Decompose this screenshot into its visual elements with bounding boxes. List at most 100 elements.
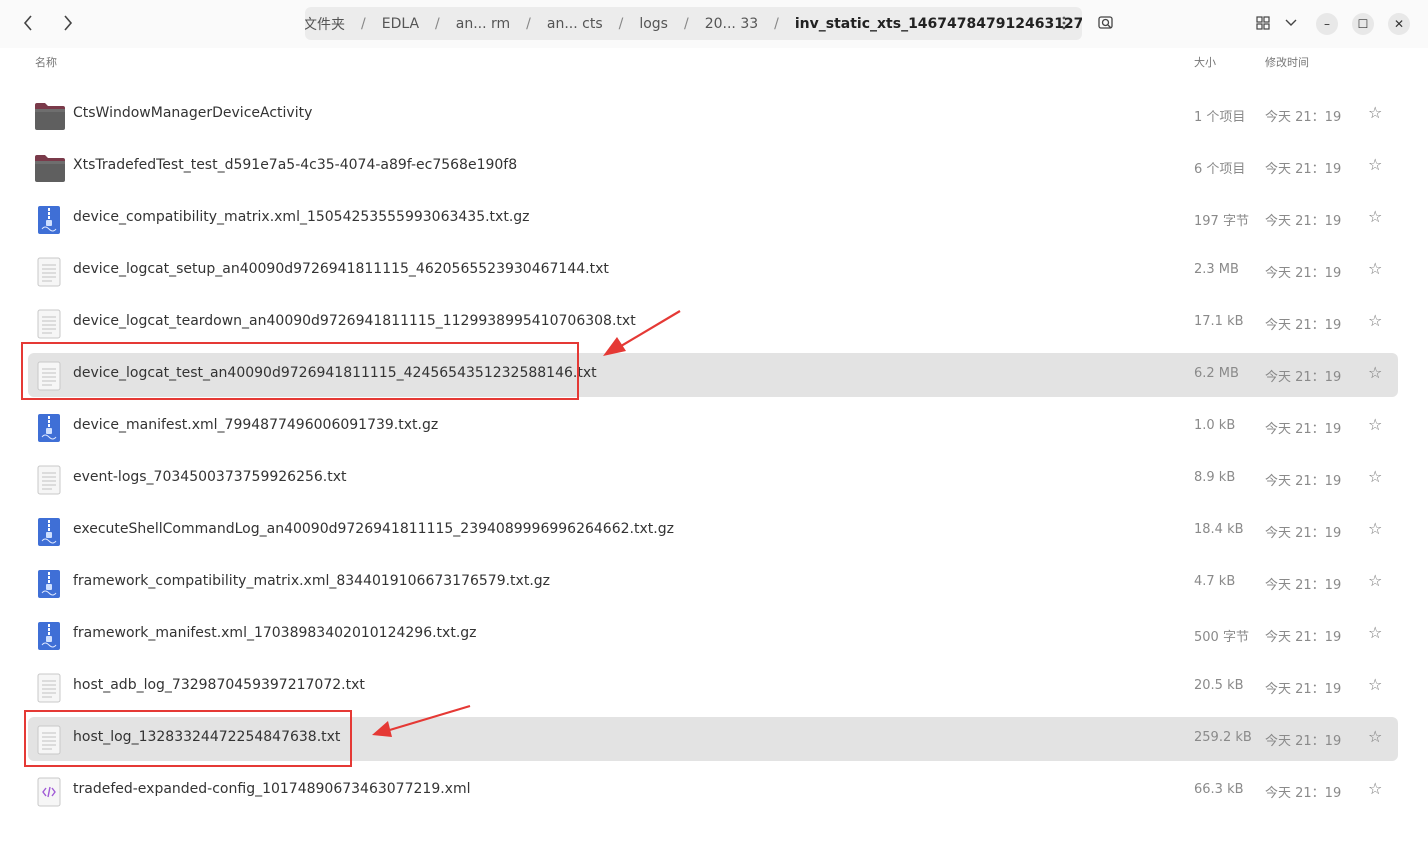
file-name: device_compatibility_matrix.xml_15054253… (73, 209, 530, 225)
minimize-button[interactable]: – (1316, 13, 1338, 35)
file-modified: 今天 21：19 (1265, 214, 1342, 229)
folder-icon (34, 101, 65, 131)
breadcrumb-5[interactable]: 20... 33 (703, 16, 760, 32)
file-modified: 今天 21：19 (1265, 110, 1342, 125)
archive-icon (34, 569, 64, 599)
breadcrumb-2[interactable]: an... rm (454, 16, 512, 32)
star-icon[interactable]: ☆ (1368, 727, 1382, 746)
archive-icon (34, 205, 64, 235)
file-size: 18.4 kB (1194, 522, 1244, 537)
column-header-modified[interactable]: 修改时间 (1265, 54, 1309, 70)
star-icon[interactable]: ☆ (1368, 207, 1382, 226)
file-size: 4.7 kB (1194, 574, 1236, 589)
file-row[interactable]: device_logcat_teardown_an40090d972694181… (28, 301, 1398, 345)
back-button[interactable] (14, 8, 42, 38)
chevron-left-icon (23, 15, 32, 31)
file-size: 1.0 kB (1194, 418, 1236, 433)
search-icon (1098, 16, 1113, 29)
breadcrumb-1[interactable]: EDLA (380, 16, 421, 32)
xml-file-icon (34, 777, 64, 807)
file-size: 2.3 MB (1194, 262, 1239, 277)
file-name: host_adb_log_7329870459397217072.txt (73, 677, 365, 693)
file-size: 20.5 kB (1194, 678, 1244, 693)
file-row[interactable]: event-logs_7034500373759926256.txt 8.9 kB… (28, 457, 1398, 501)
text-file-icon (34, 257, 64, 287)
star-icon[interactable]: ☆ (1368, 103, 1382, 122)
annotation-box (24, 710, 352, 767)
file-modified: 今天 21：19 (1265, 318, 1342, 333)
vertical-dots-icon (1062, 16, 1066, 30)
star-icon[interactable]: ☆ (1368, 467, 1382, 486)
path-menu-button[interactable] (1054, 13, 1074, 33)
file-row[interactable]: tradefed-expanded-config_101748906734630… (28, 769, 1398, 813)
maximize-button[interactable]: ☐ (1352, 13, 1374, 35)
breadcrumb-current[interactable]: inv_static_xts_14674784791246312769 (793, 16, 1082, 32)
star-icon[interactable]: ☆ (1368, 623, 1382, 642)
file-modified: 今天 21：19 (1265, 734, 1342, 749)
file-name: framework_manifest.xml_17038983402010124… (73, 625, 477, 641)
file-row[interactable]: device_logcat_setup_an40090d972694181111… (28, 249, 1398, 293)
archive-icon (34, 621, 64, 651)
file-modified: 今天 21：19 (1265, 474, 1342, 489)
view-options-button[interactable] (1280, 12, 1302, 34)
file-modified: 今天 21：19 (1265, 682, 1342, 697)
file-row[interactable]: device_compatibility_matrix.xml_15054253… (28, 197, 1398, 241)
file-name: device_logcat_teardown_an40090d972694181… (73, 313, 636, 329)
star-icon[interactable]: ☆ (1368, 311, 1382, 330)
breadcrumb-4[interactable]: logs (637, 16, 670, 32)
annotation-box (21, 342, 579, 400)
chevron-down-icon (1285, 19, 1297, 26)
star-icon[interactable]: ☆ (1368, 779, 1382, 798)
file-modified: 今天 21：19 (1265, 526, 1342, 541)
file-modified: 今天 21：19 (1265, 266, 1342, 281)
text-file-icon (34, 673, 64, 703)
text-file-icon (34, 309, 64, 339)
column-header-size[interactable]: 大小 (1194, 54, 1216, 70)
file-size: 1 个项目 (1194, 110, 1246, 125)
star-icon[interactable]: ☆ (1368, 415, 1382, 434)
file-modified: 今天 21：19 (1265, 370, 1342, 385)
file-modified: 今天 21：19 (1265, 578, 1342, 593)
file-row[interactable]: device_manifest.xml_7994877496006091739.… (28, 405, 1398, 449)
archive-icon (34, 517, 64, 547)
star-icon[interactable]: ☆ (1368, 155, 1382, 174)
path-bar[interactable]: 文件夹 / EDLA / an... rm / an... cts / logs… (305, 7, 1082, 40)
folder-icon (34, 153, 65, 183)
chevron-right-icon (64, 15, 73, 31)
file-size: 197 字节 (1194, 214, 1249, 229)
file-name: CtsWindowManagerDeviceActivity (73, 105, 313, 121)
file-name: framework_compatibility_matrix.xml_83440… (73, 573, 551, 589)
text-file-icon (34, 465, 64, 495)
file-size: 66.3 kB (1194, 782, 1244, 797)
star-icon[interactable]: ☆ (1368, 675, 1382, 694)
file-row[interactable]: executeShellCommandLog_an40090d972694181… (28, 509, 1398, 553)
star-icon[interactable]: ☆ (1368, 259, 1382, 278)
file-modified: 今天 21：19 (1265, 786, 1342, 801)
close-button[interactable]: ✕ (1388, 13, 1410, 35)
archive-icon (34, 413, 64, 443)
file-size: 6 个项目 (1194, 162, 1246, 177)
column-header-name[interactable]: 名称 (35, 54, 57, 70)
file-row[interactable]: framework_compatibility_matrix.xml_83440… (28, 561, 1398, 605)
search-button[interactable] (1095, 12, 1117, 34)
file-row[interactable]: XtsTradefedTest_test_d591e7a5-4c35-4074-… (28, 145, 1398, 189)
file-name: device_manifest.xml_7994877496006091739.… (73, 417, 439, 433)
file-row[interactable]: host_adb_log_7329870459397217072.txt 20.5… (28, 665, 1398, 709)
star-icon[interactable]: ☆ (1368, 571, 1382, 590)
star-icon[interactable]: ☆ (1368, 519, 1382, 538)
forward-button[interactable] (54, 8, 82, 38)
view-toggle-button[interactable] (1252, 12, 1274, 34)
file-row[interactable]: CtsWindowManagerDeviceActivity 1 个项目 今天 21… (28, 93, 1398, 137)
header-bar: 文件夹 / EDLA / an... rm / an... cts / logs… (0, 0, 1428, 48)
breadcrumb-3[interactable]: an... cts (545, 16, 605, 32)
file-name: XtsTradefedTest_test_d591e7a5-4c35-4074-… (73, 157, 518, 173)
file-size: 500 字节 (1194, 630, 1249, 645)
file-size: 17.1 kB (1194, 314, 1244, 329)
breadcrumb-0[interactable]: 文件夹 (305, 14, 347, 34)
file-name: executeShellCommandLog_an40090d972694181… (73, 521, 674, 537)
file-size: 6.2 MB (1194, 366, 1239, 381)
file-name: event-logs_7034500373759926256.txt (73, 469, 347, 485)
file-modified: 今天 21：19 (1265, 422, 1342, 437)
file-row[interactable]: framework_manifest.xml_17038983402010124… (28, 613, 1398, 657)
star-icon[interactable]: ☆ (1368, 363, 1382, 382)
